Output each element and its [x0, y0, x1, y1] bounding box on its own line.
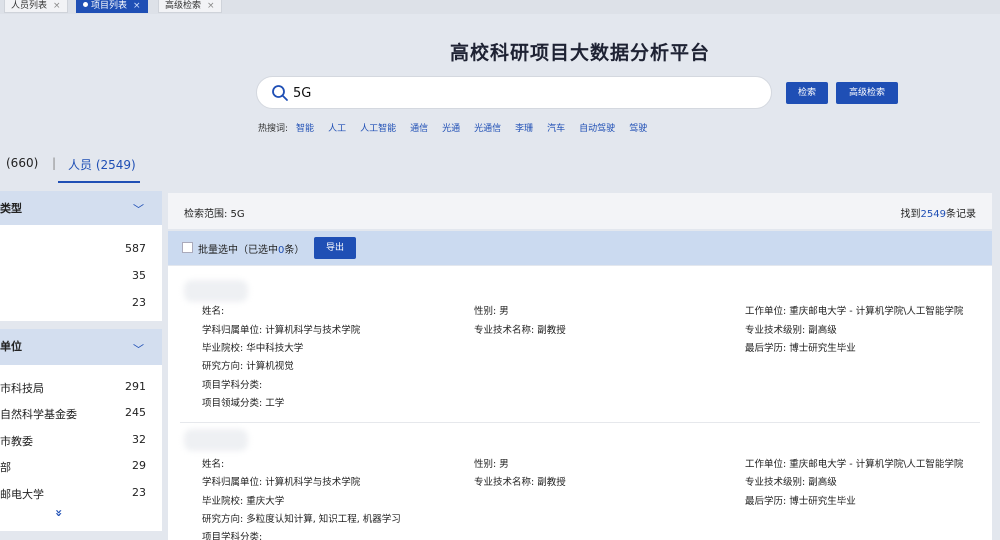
search-box[interactable]	[256, 76, 772, 109]
filter-item[interactable]: 部 29	[0, 456, 162, 476]
hot-keyword[interactable]: 李珊	[515, 124, 533, 134]
filter-type-header[interactable]: 类型 ﹀	[0, 191, 162, 225]
batch-select-label: 批量选中（已选中0条）	[198, 245, 305, 256]
filter-name: 自然科学基金委	[0, 408, 77, 421]
result-count: 找到2549条记录	[900, 209, 976, 220]
field-subject: 项目学科分类:	[202, 532, 263, 540]
field-subject: 项目学科分类:	[202, 380, 263, 391]
hot-keyword[interactable]: 智能	[296, 124, 314, 134]
filter-unit-title: 单位	[0, 340, 22, 353]
tab-people[interactable]: 人员 (2549)	[68, 156, 136, 173]
field-school: 毕业院校: 华中科技大学	[202, 343, 304, 354]
filter-count: 23	[132, 486, 146, 499]
filter-name: 市科技局	[0, 382, 44, 395]
filter-item[interactable]: 587	[0, 239, 162, 259]
expand-more-icon[interactable]: »	[52, 509, 66, 517]
chevron-down-icon[interactable]: ﹀	[133, 201, 144, 217]
filter-item[interactable]: 35	[0, 266, 162, 286]
filter-name: 市教委	[0, 435, 33, 448]
filter-unit-header[interactable]: 单位 ﹀	[0, 329, 162, 365]
active-tab-underline	[58, 181, 140, 183]
filter-count: 587	[125, 242, 146, 255]
field-research: 研究方向: 多粒度认知计算, 知识工程, 机器学习	[202, 514, 401, 525]
field-gender: 性别: 男	[474, 306, 509, 317]
filter-item[interactable]: 自然科学基金委 245	[0, 403, 162, 423]
active-dot-icon	[83, 2, 88, 7]
hot-keyword[interactable]: 自动驾驶	[579, 124, 615, 134]
filter-item[interactable]: 邮电大学 23	[0, 483, 162, 503]
export-button[interactable]: 导出	[314, 237, 356, 259]
filter-count: 23	[132, 296, 146, 309]
hot-keyword[interactable]: 光通信	[474, 124, 501, 134]
tab-separator: |	[52, 156, 57, 170]
hot-keywords-label: 热搜词:	[258, 124, 289, 134]
result-list: 姓名: 性别: 男 工作单位: 重庆邮电大学 - 计算机学院\人工智能学院 学科…	[168, 266, 992, 540]
divider	[180, 422, 980, 423]
field-name: 姓名:	[202, 459, 225, 470]
field-gender: 性别: 男	[474, 459, 509, 470]
field-name: 姓名:	[202, 306, 225, 317]
select-all-checkbox[interactable]	[182, 242, 193, 253]
search-icon	[272, 85, 288, 101]
field-unit: 工作单位: 重庆邮电大学 - 计算机学院\人工智能学院	[745, 459, 964, 470]
hot-keyword[interactable]: 驾驶	[629, 124, 647, 134]
close-icon[interactable]: ×	[133, 1, 141, 11]
filter-count: 32	[132, 433, 146, 446]
field-title: 专业技术名称: 副教授	[474, 477, 566, 488]
filter-item[interactable]: 市科技局 291	[0, 377, 162, 397]
field-school: 毕业院校: 重庆大学	[202, 496, 285, 507]
tab-label: 项目列表	[91, 1, 128, 11]
tab-advanced-search[interactable]: 高级检索 ×	[158, 0, 222, 13]
avatar	[184, 429, 248, 451]
field-unit: 工作单位: 重庆邮电大学 - 计算机学院\人工智能学院	[745, 306, 964, 317]
filter-unit: 单位 ﹀ 市科技局 291 自然科学基金委 245 市教委 32 部 29 邮电…	[0, 329, 162, 531]
tab-strip: 人员列表 × 项目列表 × 高级检索 ×	[0, 0, 1000, 14]
hot-keyword[interactable]: 人工	[328, 124, 346, 134]
filter-type: 类型 ﹀ 587 35 23	[0, 191, 162, 321]
filter-item[interactable]: 23	[0, 293, 162, 313]
tab-projects[interactable]: (660)	[6, 156, 38, 170]
hot-keyword[interactable]: 光通	[442, 124, 460, 134]
advanced-search-button[interactable]: 高级检索	[836, 82, 898, 104]
tab-person-list[interactable]: 人员列表 ×	[4, 0, 68, 13]
close-icon[interactable]: ×	[207, 1, 215, 11]
filter-count: 35	[132, 269, 146, 282]
tab-label: 人员列表	[11, 1, 48, 11]
tab-project-list[interactable]: 项目列表 ×	[76, 0, 148, 13]
field-research: 研究方向: 计算机视觉	[202, 361, 294, 372]
filter-name: 邮电大学	[0, 488, 44, 501]
search-button[interactable]: 检索	[786, 82, 828, 104]
field-degree: 最后学历: 博士研究生毕业	[745, 343, 856, 354]
close-icon[interactable]: ×	[53, 1, 61, 11]
field-title: 专业技术名称: 副教授	[474, 325, 566, 336]
page-title: 高校科研项目大数据分析平台	[449, 42, 710, 64]
hot-keywords: 热搜词: 智能 人工 人工智能 通信 光通 光通信 李珊 汽车 自动驾驶 驾驶	[258, 121, 661, 134]
filter-item[interactable]: 市教委 32	[0, 430, 162, 450]
hot-keyword[interactable]: 汽车	[547, 124, 565, 134]
field-dept: 学科归属单位: 计算机科学与技术学院	[202, 477, 361, 488]
tab-label: 高级检索	[165, 1, 202, 11]
filter-count: 29	[132, 459, 146, 472]
filter-count: 291	[125, 380, 146, 393]
filter-type-title: 类型	[0, 202, 22, 215]
field-level: 专业技术级别: 副高级	[745, 325, 837, 336]
hot-keyword[interactable]: 人工智能	[360, 124, 396, 134]
search-input[interactable]	[293, 83, 753, 104]
avatar	[184, 280, 248, 302]
field-level: 专业技术级别: 副高级	[745, 477, 837, 488]
field-domain: 项目领域分类: 工学	[202, 398, 285, 409]
field-degree: 最后学历: 博士研究生毕业	[745, 496, 856, 507]
filter-count: 245	[125, 406, 146, 419]
hot-keyword[interactable]: 通信	[410, 124, 428, 134]
chevron-down-icon[interactable]: ﹀	[133, 341, 144, 357]
search-scope: 检索范围: 5G	[184, 209, 245, 220]
field-dept: 学科归属单位: 计算机科学与技术学院	[202, 325, 361, 336]
batch-bar: 批量选中（已选中0条） 导出	[168, 231, 992, 265]
search-scope-bar: 检索范围: 5G 找到2549条记录	[168, 193, 992, 229]
filter-name: 部	[0, 461, 11, 474]
